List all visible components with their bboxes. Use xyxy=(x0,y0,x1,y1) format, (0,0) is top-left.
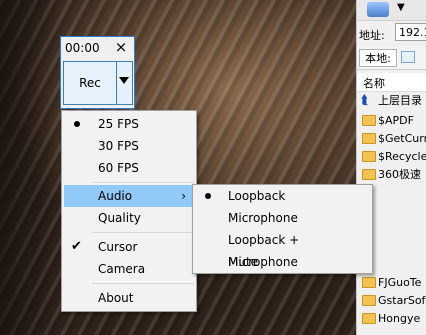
menu-item-quality[interactable]: Quality xyxy=(64,207,194,229)
list-item-label: $APDF xyxy=(378,114,414,127)
view-icon[interactable] xyxy=(401,51,415,63)
menu-separator xyxy=(92,283,194,284)
menu-separator xyxy=(92,182,194,183)
submenu-item-loopback[interactable]: Loopback xyxy=(195,185,370,207)
menu-item-label: Loopback xyxy=(228,189,286,203)
address-label: 地址: xyxy=(359,29,385,42)
recorder-window: 00:00 × Rec xyxy=(60,36,135,109)
folder-icon xyxy=(362,115,376,126)
list-item[interactable]: GstarSof xyxy=(357,292,426,310)
submenu-item-loopback-microphone[interactable]: Loopback + Microphone xyxy=(195,229,370,269)
radio-selected-icon xyxy=(74,121,80,127)
menu-item-label: Camera xyxy=(98,262,146,276)
menu-item-25-fps[interactable]: 25 FPS xyxy=(64,113,194,135)
list-item[interactable]: 360极速 xyxy=(357,166,426,184)
up-arrow-icon: ⮬ xyxy=(361,93,369,108)
menu-item-about[interactable]: About xyxy=(64,287,194,309)
menu-item-label: Quality xyxy=(98,211,141,225)
menu-separator xyxy=(92,232,194,233)
list-item[interactable]: Hongye xyxy=(357,310,426,328)
list-item-label: FJGuoTe xyxy=(378,276,422,289)
chevron-right-icon: › xyxy=(181,189,186,203)
menu-item-label: Mute xyxy=(228,255,259,269)
menu-item-cursor[interactable]: ✔ Cursor xyxy=(64,236,194,258)
folder-icon xyxy=(362,313,376,324)
checkmark-icon: ✔ xyxy=(71,239,82,254)
list-item-label: GstarSof xyxy=(378,294,426,307)
menu-item-label: About xyxy=(98,291,134,305)
close-icon[interactable]: × xyxy=(112,38,130,56)
folder-icon xyxy=(362,277,376,288)
list-item[interactable]: $Recycle xyxy=(357,148,426,166)
list-item[interactable]: FJGuoTe xyxy=(357,274,426,292)
radio-selected-icon xyxy=(205,193,211,199)
menu-item-label: 30 FPS xyxy=(98,139,139,153)
toolbar-dropdown-icon[interactable]: ▼ xyxy=(397,2,405,13)
record-options-dropdown[interactable] xyxy=(117,61,133,105)
wallpaper-shadow xyxy=(0,0,60,335)
list-item-label: Hongye xyxy=(378,312,421,325)
list-item-label: $GetCurr xyxy=(378,132,426,145)
folder-icon xyxy=(362,169,376,180)
list-item[interactable]: $GetCurr xyxy=(357,130,426,148)
tab-local[interactable]: 本地: xyxy=(359,49,397,67)
recording-timer: 00:00 xyxy=(65,41,100,55)
folder-icon xyxy=(362,295,376,306)
list-item-label: 360极速 xyxy=(378,168,421,181)
options-menu: 25 FPS 30 FPS 60 FPS Audio › Quality ✔ C… xyxy=(61,110,197,312)
menu-item-audio[interactable]: Audio › xyxy=(64,185,194,207)
address-input[interactable]: 192.1 xyxy=(395,23,426,41)
menu-item-label: 60 FPS xyxy=(98,161,139,175)
menu-item-label: Microphone xyxy=(228,211,298,225)
list-item-parent-dir[interactable]: ⮬ 上层目录 xyxy=(357,92,426,110)
list-item-label: 上层目录 xyxy=(378,94,422,107)
submenu-item-microphone[interactable]: Microphone xyxy=(195,207,370,229)
list-item[interactable]: $APDF xyxy=(357,112,426,130)
folder-icon xyxy=(362,151,376,162)
audio-submenu: Loopback Microphone Loopback + Microphon… xyxy=(192,184,373,274)
menu-item-60-fps[interactable]: 60 FPS xyxy=(64,157,194,179)
submenu-item-mute[interactable]: Mute xyxy=(195,251,370,273)
menu-item-30-fps[interactable]: 30 FPS xyxy=(64,135,194,157)
column-name-header[interactable]: 名称 xyxy=(363,75,385,91)
record-button[interactable]: Rec xyxy=(63,61,117,105)
folder-icon xyxy=(362,133,376,144)
record-split-button: Rec xyxy=(63,61,133,105)
chevron-down-icon xyxy=(119,77,129,84)
file-manager-tabbar: 本地: xyxy=(357,47,426,70)
menu-item-label: Cursor xyxy=(98,240,138,254)
menu-item-camera[interactable]: Camera xyxy=(64,258,194,280)
list-item-label: $Recycle xyxy=(378,150,426,163)
menu-item-label: Audio xyxy=(98,189,133,203)
computer-icon[interactable] xyxy=(367,2,389,17)
file-manager-toolbar: ▼ xyxy=(357,0,426,21)
file-list-header[interactable]: 名称 xyxy=(357,73,426,92)
menu-item-label: 25 FPS xyxy=(98,117,139,131)
file-manager-window: ▼ 地址: 192.1 本地: 名称 ⮬ 上层目录 $APDF $GetCurr… xyxy=(356,0,426,335)
